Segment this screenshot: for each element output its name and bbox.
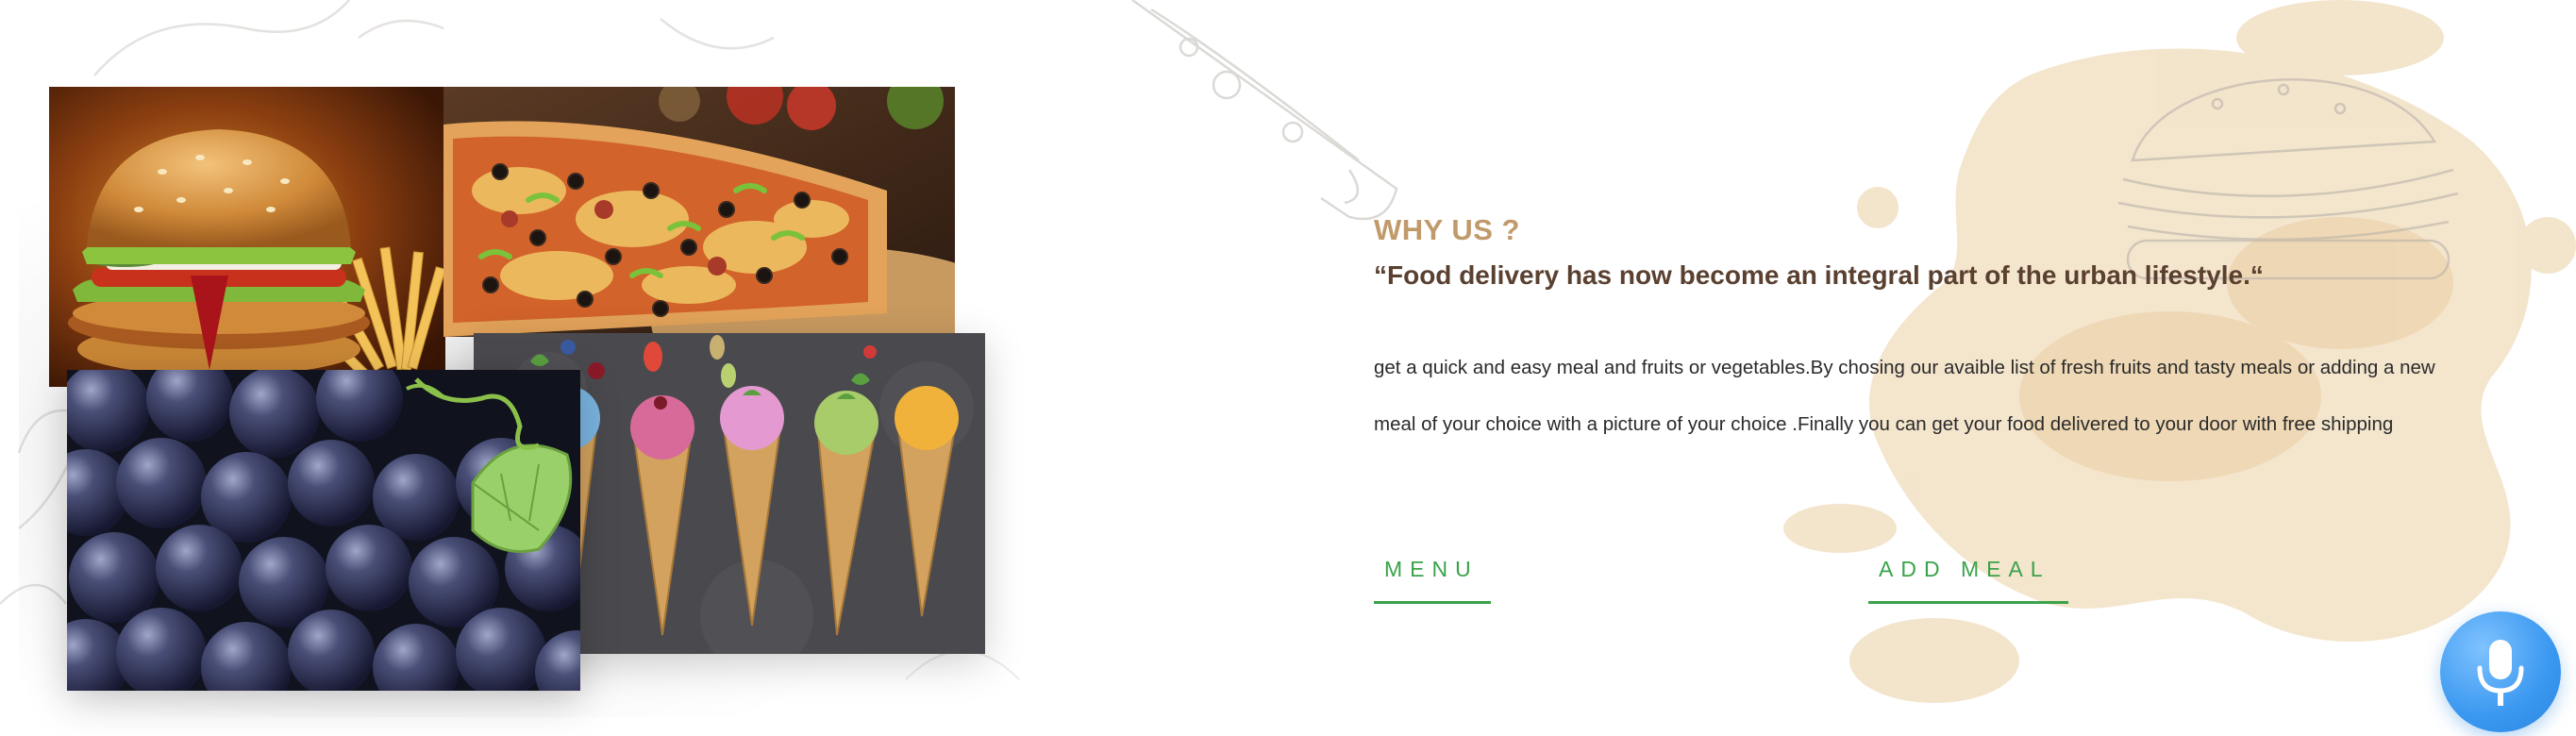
add-meal-button[interactable]: ADD MEAL [1868,557,2068,604]
burger-photo [49,87,445,387]
add-meal-button-underline [1868,601,2068,604]
menu-button-label: MENU [1384,557,1479,581]
microphone-icon [2477,640,2524,706]
grapes-photo [67,370,580,691]
voice-search-button[interactable] [2440,611,2561,732]
section-description: get a quick and easy meal and fruits or … [1374,357,2435,435]
why-us-section: WHY US ? “Food delivery has now become a… [0,0,2576,736]
menu-button[interactable]: MENU [1374,557,1491,604]
section-quote: “Food delivery has now become an integra… [1374,260,2264,290]
pizza-photo [443,87,955,337]
menu-button-underline [1374,601,1491,604]
section-eyebrow: WHY US ? [1374,213,1520,246]
add-meal-button-label: ADD MEAL [1879,557,2050,581]
